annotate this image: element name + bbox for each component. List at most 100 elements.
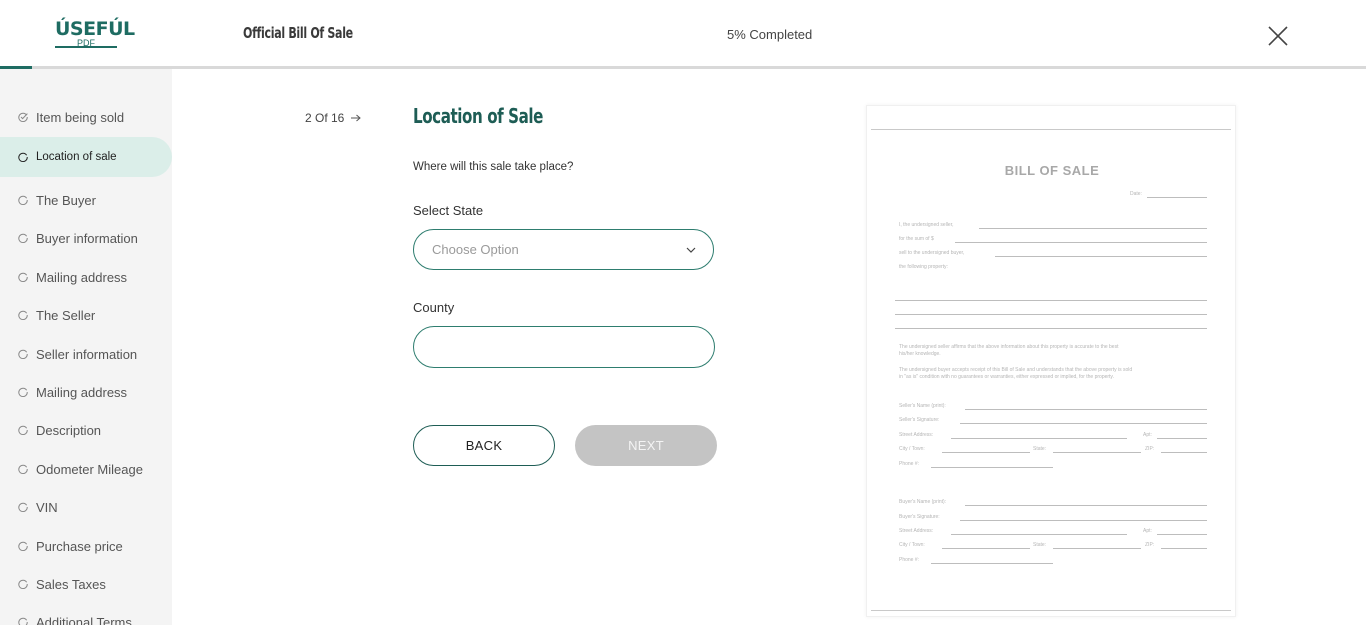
sidebar-item[interactable]: The Buyer xyxy=(0,180,172,220)
preview-line xyxy=(995,256,1207,257)
circle-icon xyxy=(18,310,28,320)
preview-line xyxy=(955,242,1207,243)
circle-icon xyxy=(18,464,28,474)
preview-line xyxy=(931,563,1053,564)
preview-sum-label: for the sum of $ xyxy=(899,236,934,242)
preview-street: Street Address: xyxy=(899,432,934,438)
state-select-placeholder: Choose Option xyxy=(432,242,519,257)
preview-property-label: the following property: xyxy=(899,264,948,270)
preview-accept-text: in "as is" condition with no guarantees … xyxy=(899,374,1114,380)
preview-city: City / Town: xyxy=(899,446,925,452)
preview-seller-label: I, the undersigned seller, xyxy=(899,222,954,228)
circle-icon xyxy=(18,617,28,625)
sidebar-item-label: Buyer information xyxy=(36,230,138,246)
sidebar-item[interactable]: Mailing address xyxy=(0,372,172,412)
circle-icon xyxy=(18,349,28,359)
preview-line xyxy=(965,505,1207,506)
preview-affirm-text: his/her knowledge. xyxy=(899,351,941,357)
question-text: Where will this sale take place? xyxy=(413,161,574,173)
preview-sold-label: sell to the undersigned buyer, xyxy=(899,250,965,256)
circle-icon xyxy=(18,387,28,397)
preview-street: Street Address: xyxy=(899,528,934,534)
state-select[interactable]: Choose Option xyxy=(413,229,714,270)
sidebar-steps: Item being sold Location of sale The Buyer… xyxy=(0,69,172,625)
sidebar-item[interactable]: Mailing address xyxy=(0,257,172,297)
sidebar-item[interactable]: Odometer Mileage xyxy=(0,449,172,489)
sidebar-item-label: Mailing address xyxy=(36,384,128,400)
sidebar-item-label: Seller information xyxy=(36,346,138,362)
preview-line xyxy=(1161,548,1207,549)
sidebar-item[interactable]: Description xyxy=(0,410,172,450)
preview-phone: Phone #: xyxy=(899,557,920,563)
preview-state: State: xyxy=(1033,446,1047,452)
preview-line xyxy=(931,467,1053,468)
logo-underline xyxy=(55,46,117,48)
preview-line xyxy=(951,534,1127,535)
header: ÚSEFÚL PDF Official Bill Of Sale 5% Comp… xyxy=(0,0,1366,66)
document-preview: BILL OF SALE Date: I, the undersigned se… xyxy=(866,105,1236,617)
next-button[interactable]: NEXT xyxy=(575,425,717,466)
sidebar-item-label: Additional Terms xyxy=(36,614,132,625)
preview-seller-name: Seller's Name (print): xyxy=(899,403,946,409)
sidebar-item-label: Sales Taxes xyxy=(36,576,106,592)
county-label: County xyxy=(413,300,455,315)
arrow-right-icon xyxy=(351,114,362,122)
preview-seller-sig: Seller's Signature: xyxy=(899,417,940,423)
circle-icon xyxy=(18,502,28,512)
preview-affirm-text: The undersigned seller affirms that the … xyxy=(899,344,1119,350)
sidebar-item-label: Mailing address xyxy=(36,269,128,285)
sidebar-item-label: Purchase price xyxy=(36,538,123,554)
circle-icon xyxy=(18,233,28,243)
preview-line xyxy=(895,314,1207,315)
preview-line xyxy=(1053,452,1141,453)
sidebar-item[interactable]: Item being sold xyxy=(0,97,172,137)
close-icon xyxy=(1268,26,1288,46)
preview-title: BILL OF SALE xyxy=(1004,163,1100,178)
back-button[interactable]: BACK xyxy=(413,425,555,466)
preview-line xyxy=(960,423,1207,424)
circle-icon xyxy=(18,541,28,551)
preview-city: City / Town: xyxy=(899,542,925,548)
sidebar-item-label: Item being sold xyxy=(36,109,125,125)
progress-text: 5% Completed xyxy=(727,27,813,42)
sidebar-item-label: Location of sale xyxy=(36,151,117,163)
preview-line xyxy=(895,328,1207,329)
preview-line xyxy=(1161,452,1207,453)
preview-buyer-sig: Buyer's Signature: xyxy=(899,514,940,520)
preview-line xyxy=(942,452,1030,453)
preview-line xyxy=(895,300,1207,301)
sidebar-item[interactable]: Purchase price xyxy=(0,526,172,566)
document-title: Official Bill Of Sale xyxy=(243,24,353,42)
preview-bottom-rule xyxy=(871,610,1231,611)
preview-line xyxy=(979,228,1207,229)
check-circle-icon xyxy=(18,112,28,122)
preview-state: State: xyxy=(1033,542,1047,548)
sidebar-item[interactable]: Sales Taxes xyxy=(0,564,172,604)
logo[interactable]: ÚSEFÚL PDF xyxy=(55,19,135,49)
preview-buyer-name: Buyer's Name (print): xyxy=(899,499,947,505)
chevron-down-icon xyxy=(686,247,696,253)
sidebar-item-label: The Seller xyxy=(36,307,96,323)
sidebar-item[interactable]: Seller information xyxy=(0,334,172,374)
circle-icon xyxy=(18,152,28,162)
preview-line xyxy=(1157,534,1207,535)
sidebar-item[interactable]: Additional Terms xyxy=(0,602,172,625)
step-count-text: 2 Of 16 xyxy=(305,111,345,125)
county-input[interactable] xyxy=(413,326,715,368)
circle-icon xyxy=(18,579,28,589)
preview-line xyxy=(1157,438,1207,439)
sidebar-item[interactable]: Location of sale xyxy=(0,137,172,177)
preview-apt: Apt: xyxy=(1143,432,1152,438)
close-button[interactable] xyxy=(1266,24,1290,48)
sidebar-item[interactable]: VIN xyxy=(0,487,172,527)
sidebar-item-label: Description xyxy=(36,422,102,438)
sidebar-item[interactable]: Buyer information xyxy=(0,218,172,258)
preview-line xyxy=(960,520,1207,521)
sidebar-item-label: VIN xyxy=(36,499,58,515)
sidebar-item-label: The Buyer xyxy=(36,192,96,208)
step-counter: 2 Of 16 xyxy=(305,111,362,125)
preview-phone: Phone #: xyxy=(899,461,920,467)
preview-zip: ZIP: xyxy=(1145,446,1155,452)
sidebar-item-label: Odometer Mileage xyxy=(36,461,143,477)
sidebar-item[interactable]: The Seller xyxy=(0,295,172,335)
